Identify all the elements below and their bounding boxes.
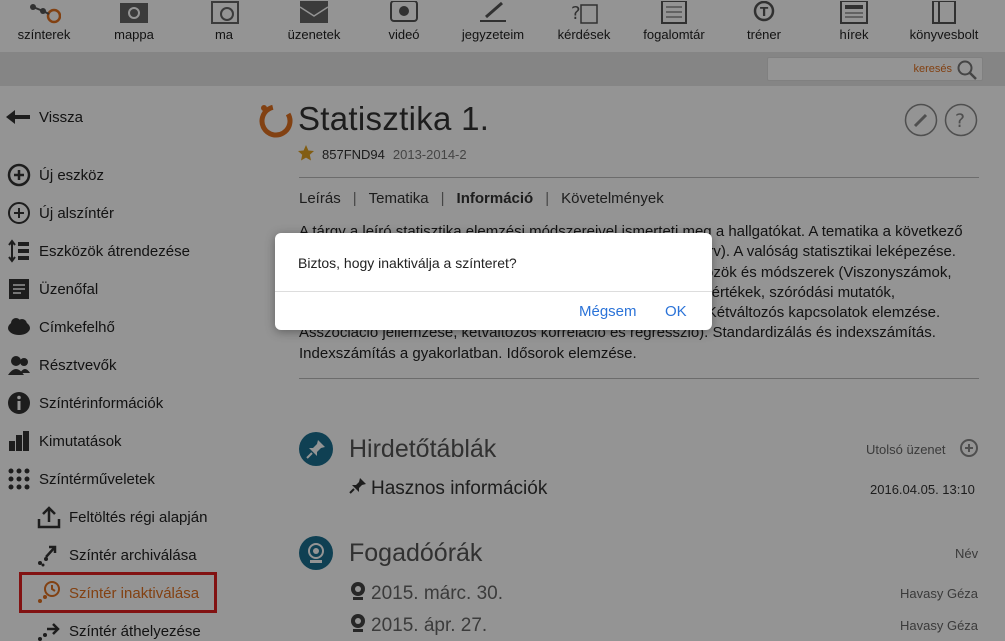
dialog-divider (275, 291, 712, 292)
cancel-button[interactable]: Mégsem (579, 303, 637, 320)
ok-button[interactable]: OK (665, 303, 687, 320)
dialog-message: Biztos, hogy inaktiválja a színteret? (298, 255, 517, 271)
confirm-dialog: Biztos, hogy inaktiválja a színteret? Mé… (275, 233, 712, 330)
